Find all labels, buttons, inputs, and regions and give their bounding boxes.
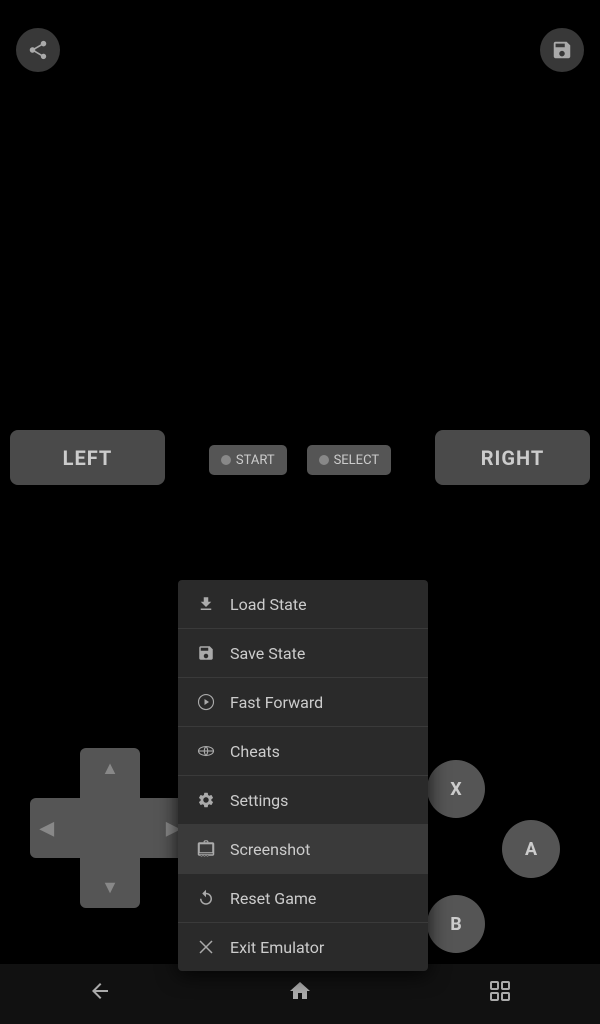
menu-item-screenshot[interactable]: Screenshot xyxy=(178,825,428,874)
b-button[interactable]: B xyxy=(427,895,485,953)
top-bar xyxy=(0,0,600,100)
context-menu: Load State Save State Fast Forward xyxy=(178,580,428,971)
menu-item-save-state[interactable]: Save State xyxy=(178,629,428,678)
fast-forward-icon xyxy=(196,692,216,712)
menu-item-fast-forward[interactable]: Fast Forward xyxy=(178,678,428,727)
menu-item-reset-game[interactable]: Reset Game xyxy=(178,874,428,923)
settings-icon xyxy=(196,790,216,810)
save-disk-button[interactable] xyxy=(540,28,584,72)
back-button[interactable] xyxy=(88,979,112,1009)
bottom-nav xyxy=(0,964,600,1024)
dpad-left-arrow: ◀ xyxy=(40,818,54,839)
menu-item-exit-emulator[interactable]: Exit Emulator xyxy=(178,923,428,971)
menu-item-settings[interactable]: Settings xyxy=(178,776,428,825)
save-disk-icon xyxy=(551,39,573,61)
save-state-icon xyxy=(196,643,216,663)
home-button[interactable] xyxy=(288,979,312,1009)
dpad: ◀ ▶ ▲ ▼ xyxy=(30,748,190,908)
recents-button[interactable] xyxy=(488,979,512,1009)
start-button[interactable]: START xyxy=(209,445,287,475)
dpad-down-arrow: ▼ xyxy=(101,877,119,898)
share-button[interactable] xyxy=(16,28,60,72)
screenshot-icon xyxy=(196,839,216,859)
select-button[interactable]: SELECT xyxy=(307,445,392,475)
load-icon xyxy=(196,594,216,614)
select-dot xyxy=(319,455,329,465)
reset-icon xyxy=(196,888,216,908)
x-button[interactable]: X xyxy=(427,760,485,818)
start-dot xyxy=(221,455,231,465)
menu-item-load-state[interactable]: Load State xyxy=(178,580,428,629)
share-icon xyxy=(27,39,49,61)
dpad-center xyxy=(80,798,140,858)
dpad-up-arrow: ▲ xyxy=(101,758,119,779)
control-bar: START SELECT xyxy=(0,430,600,490)
exit-icon xyxy=(196,937,216,957)
a-button[interactable]: A xyxy=(502,820,560,878)
menu-item-cheats[interactable]: Cheats xyxy=(178,727,428,776)
cheats-icon xyxy=(196,741,216,761)
